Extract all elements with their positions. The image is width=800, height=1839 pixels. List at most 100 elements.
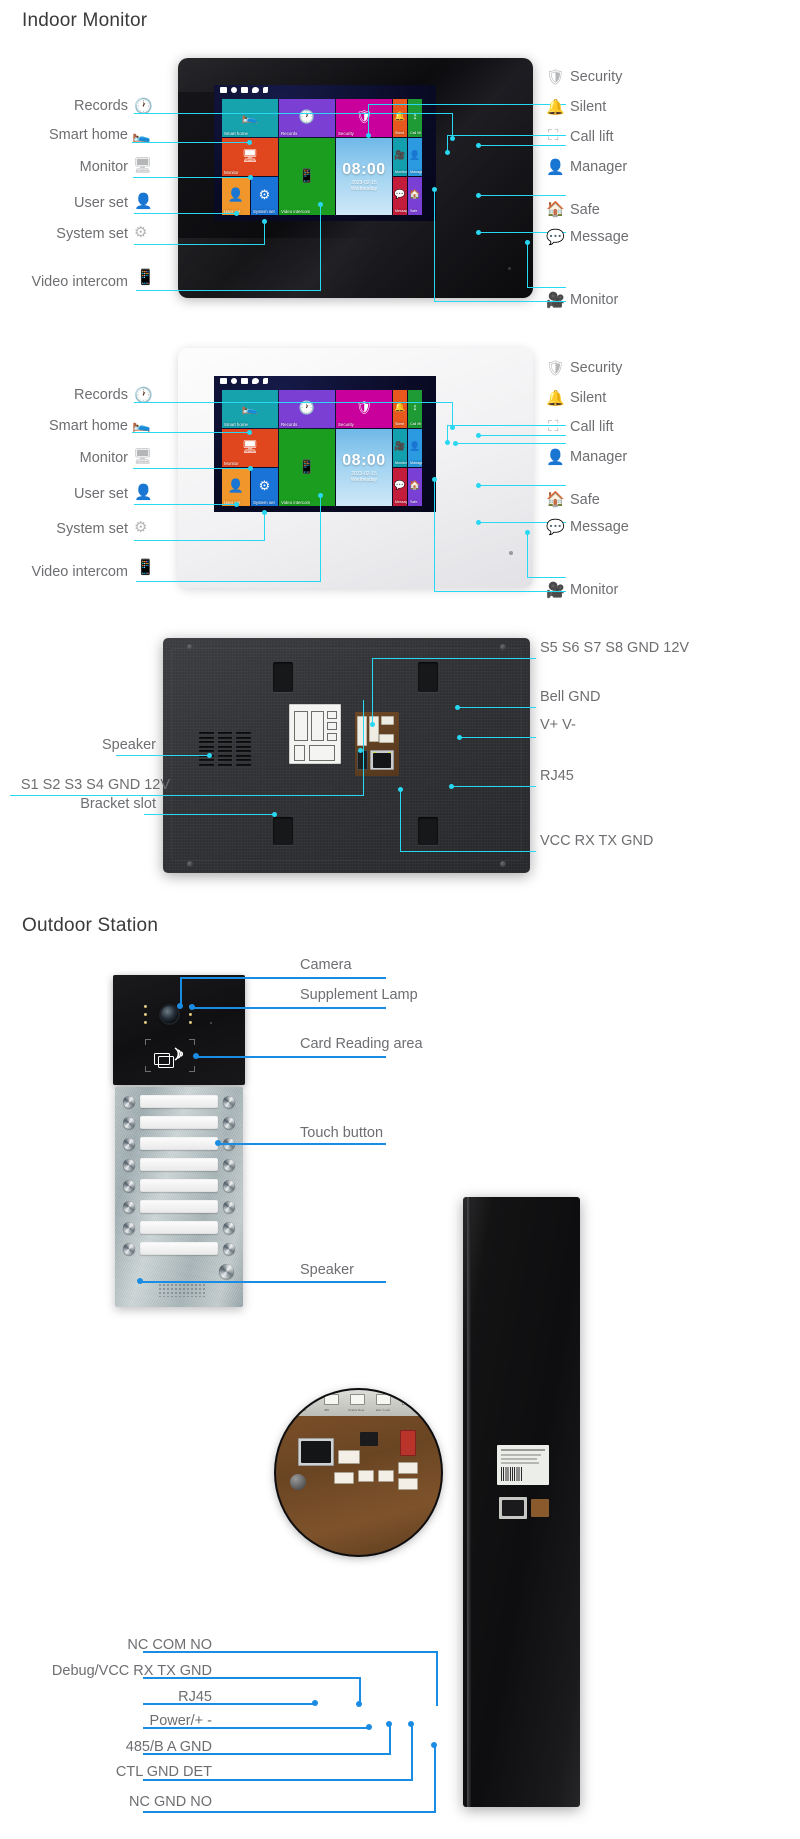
pcb-board [276, 1416, 441, 1555]
tile-user-set[interactable]: 👤 User set [222, 177, 250, 215]
touch-button-row[interactable] [123, 1158, 235, 1171]
pcb-connector-nc-com-no[interactable] [400, 1430, 416, 1456]
pcb-connector-power[interactable] [334, 1472, 354, 1484]
touch-button-row[interactable] [123, 1242, 235, 1255]
tile-video-intercom[interactable]: 📱 Video intercom [279, 429, 335, 506]
pcb-connector-relay[interactable] [398, 1462, 418, 1474]
tile-silent[interactable]: 🔔 Silent [393, 390, 407, 428]
tile-smart-home[interactable]: 🛌 Smart home [222, 99, 278, 137]
call-button[interactable] [219, 1264, 234, 1279]
pcb-rj45-port[interactable] [298, 1438, 334, 1466]
anchor-bracket-slot [272, 812, 277, 817]
anchor-call-lift-2 [476, 433, 481, 438]
touch-button-left[interactable] [123, 1137, 135, 1150]
leader-s1-s4 [10, 795, 364, 797]
anchor-safe-1 [476, 230, 481, 235]
touch-button-left[interactable] [123, 1221, 135, 1234]
anchor-manager-1 [476, 193, 481, 198]
bell-icon: 🔔 [394, 402, 406, 412]
touch-button-left[interactable] [123, 1095, 135, 1108]
pcb-connector-debug-vcc-rx-tx-gnd[interactable] [338, 1450, 360, 1464]
touch-button-left[interactable] [123, 1158, 135, 1171]
monitor-screen-black[interactable]: 🛌 Smart home 🕐 Records 🛡 Security 🖥 Moni… [214, 85, 436, 221]
back-rj45-port[interactable] [499, 1497, 527, 1519]
touch-button-right[interactable] [223, 1242, 235, 1255]
pcb-ic-chip [360, 1432, 378, 1446]
anchor-message-1 [525, 240, 530, 245]
outdoor-button-panel [115, 1087, 243, 1307]
connector-s1-s4[interactable] [357, 716, 367, 746]
shield-check-icon: 🛡 [546, 69, 566, 86]
touch-button-row[interactable] [123, 1116, 235, 1129]
callout-records-2: Records [74, 387, 128, 403]
tile-system-set[interactable]: ⚙ System set [251, 468, 278, 506]
tile-safe[interactable]: 🏠 Safe [408, 177, 422, 215]
indicator-led-white [509, 551, 513, 555]
tile-camera-monitor[interactable]: 🎥 Monitor [393, 429, 407, 467]
leader-s5-s8-v [372, 658, 374, 723]
touch-button-right[interactable] [223, 1200, 235, 1213]
back-terminal-block[interactable] [531, 1499, 549, 1517]
tile-records[interactable]: 🕐 Records [279, 99, 335, 137]
gear-icon: ⚙ [134, 224, 148, 241]
connector-s5-s8[interactable] [369, 716, 379, 742]
gear-icon: ⚙ [258, 187, 271, 202]
anchor-ctl-gnd-det [408, 1721, 414, 1727]
tile-system-set[interactable]: ⚙ System set [251, 177, 278, 215]
touch-button-right[interactable] [223, 1158, 235, 1171]
camera-icon: 🎥 [394, 441, 406, 451]
status-picture-icon [241, 87, 248, 93]
leader-485 [143, 1753, 391, 1755]
tile-camera-monitor[interactable]: 🎥 Monitor [393, 138, 407, 176]
pcb-connector-nc-gnd-no[interactable] [398, 1478, 418, 1490]
screen-status-bar [220, 87, 268, 93]
rj45-port[interactable] [370, 750, 394, 770]
touch-button-row[interactable] [123, 1221, 235, 1234]
touch-button-left[interactable] [123, 1200, 135, 1213]
bracket-slot-bottom-right [418, 817, 438, 845]
clock-icon: 🕐 [298, 109, 316, 124]
tile-manager[interactable]: 👤 Manager [408, 138, 422, 176]
touch-button-left[interactable] [123, 1179, 135, 1192]
supplement-lamp-led-1 [144, 1005, 147, 1008]
status-security-icon [231, 87, 237, 93]
callout-video-intercom-1: Video intercom [31, 274, 128, 290]
touch-button-left[interactable] [123, 1242, 135, 1255]
touch-button-right[interactable] [223, 1116, 235, 1129]
touch-button-right[interactable] [223, 1179, 235, 1192]
touch-button-row[interactable] [123, 1200, 235, 1213]
tile-user-set[interactable]: 👤 User set [222, 468, 250, 506]
touch-button-row[interactable] [123, 1095, 235, 1108]
tile-call-lift[interactable]: ↕ Call lift [408, 390, 422, 428]
leader-security-2 [455, 443, 566, 445]
callout-smart-home-1: Smart home [49, 127, 128, 143]
nameplate [140, 1179, 218, 1192]
person-icon: 👤 [227, 187, 245, 202]
tile-records[interactable]: 🕐 Records [279, 390, 335, 428]
touch-button-row[interactable] [123, 1179, 235, 1192]
tile-smart-home[interactable]: 🛌 Smart home [222, 390, 278, 428]
connector-bell-gnd[interactable] [381, 716, 394, 725]
touch-button-right[interactable] [223, 1221, 235, 1234]
touch-button-left[interactable] [123, 1116, 135, 1129]
tile-video-intercom[interactable]: 📱 Video intercom [279, 138, 335, 215]
pcb-connector-ctl-gnd-det[interactable] [378, 1470, 394, 1482]
touch-button-right[interactable] [223, 1095, 235, 1108]
pcb-connector-485[interactable] [358, 1470, 374, 1482]
tile-manager[interactable]: 👤 Manager [408, 429, 422, 467]
monitor-screen-white[interactable]: 🛌 Smart home 🕐 Records 🛡 Security 🖥 Moni… [214, 376, 436, 512]
nameplate [140, 1116, 218, 1129]
leader-monitor-2 [133, 468, 250, 470]
connector-v-plus-minus[interactable] [379, 734, 394, 743]
house-icon: 🏠 [546, 201, 565, 218]
leader-manager-2 [478, 485, 566, 487]
tile-security[interactable]: 🛡 Security [336, 390, 392, 428]
tile-message[interactable]: 💬 Message [393, 177, 407, 215]
tile-clock[interactable]: 08:00 2023-02-15 Wednesday [336, 429, 392, 506]
tile-message[interactable]: 💬 Message [393, 468, 407, 506]
card-reading-area[interactable] [145, 1039, 195, 1073]
elevator-icon: ⛶ [548, 418, 559, 435]
callout-manager-1: Manager [570, 159, 628, 175]
tile-clock[interactable]: 08:00 2023-02-15 Wednesday [336, 138, 392, 215]
tile-safe[interactable]: 🏠 Safe [408, 468, 422, 506]
